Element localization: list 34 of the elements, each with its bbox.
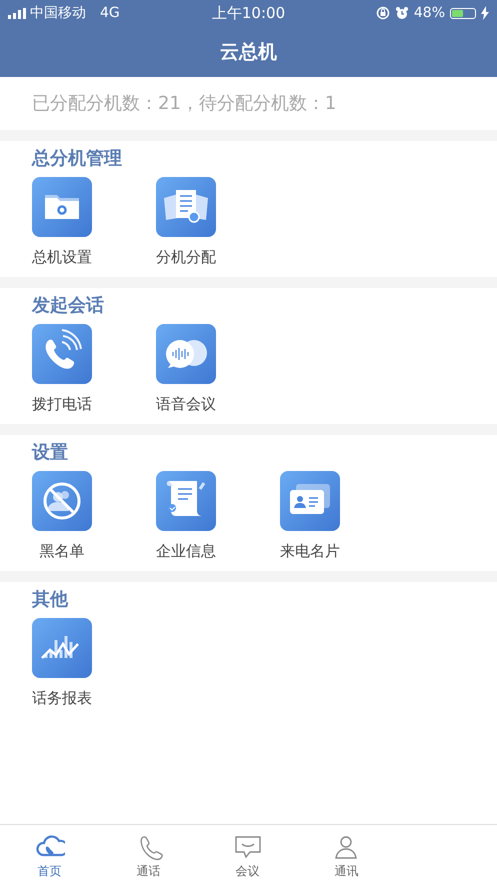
section-heading: 发起会话 <box>30 294 105 318</box>
blocked-person-icon <box>32 471 92 531</box>
contact-card-icon <box>280 471 340 531</box>
scroll-document-icon <box>156 471 216 531</box>
signal-icon <box>8 8 26 18</box>
feature-tile[interactable]: 话务报表 <box>0 618 124 710</box>
feature-tile[interactable]: 拨打电话 <box>0 324 124 416</box>
section-heading: 总分机管理 <box>30 147 123 171</box>
carrier-name: 中国移动 <box>30 4 86 22</box>
feature-tile[interactable]: 语音会议 <box>124 324 248 416</box>
summary-text: 已分配分机数：21，待分配分机数：1 <box>31 92 338 116</box>
feature-tile[interactable]: 总机设置 <box>0 177 124 269</box>
voice-chat-icon <box>156 324 216 384</box>
line-chart-icon <box>32 618 92 678</box>
tab-item[interactable]: 通讯 <box>297 825 396 883</box>
status-time: 上午10:00 <box>212 4 286 22</box>
feature-tile[interactable]: 分机分配 <box>124 177 248 269</box>
documents-icon <box>156 177 216 237</box>
battery-icon <box>450 8 476 18</box>
tab-item[interactable]: 首页 <box>0 825 99 883</box>
rotation-lock-icon <box>376 6 390 20</box>
section-heading: 设置 <box>30 441 69 465</box>
feature-tile[interactable]: 企业信息 <box>124 471 248 563</box>
folder-gear-icon <box>32 177 92 237</box>
section-heading: 其他 <box>31 588 70 612</box>
tab-item[interactable]: 会议 <box>198 825 297 883</box>
tab-item[interactable]: 通话 <box>99 825 198 883</box>
feature-tile[interactable]: 来电名片 <box>248 471 372 563</box>
battery-percent: 48% <box>414 5 445 21</box>
phone-icon <box>32 324 92 384</box>
alarm-icon <box>394 6 409 20</box>
feature-tile[interactable]: 黑名单 <box>0 471 124 563</box>
page-title: 云总机 <box>220 40 277 64</box>
network-type: 4G <box>100 5 120 21</box>
